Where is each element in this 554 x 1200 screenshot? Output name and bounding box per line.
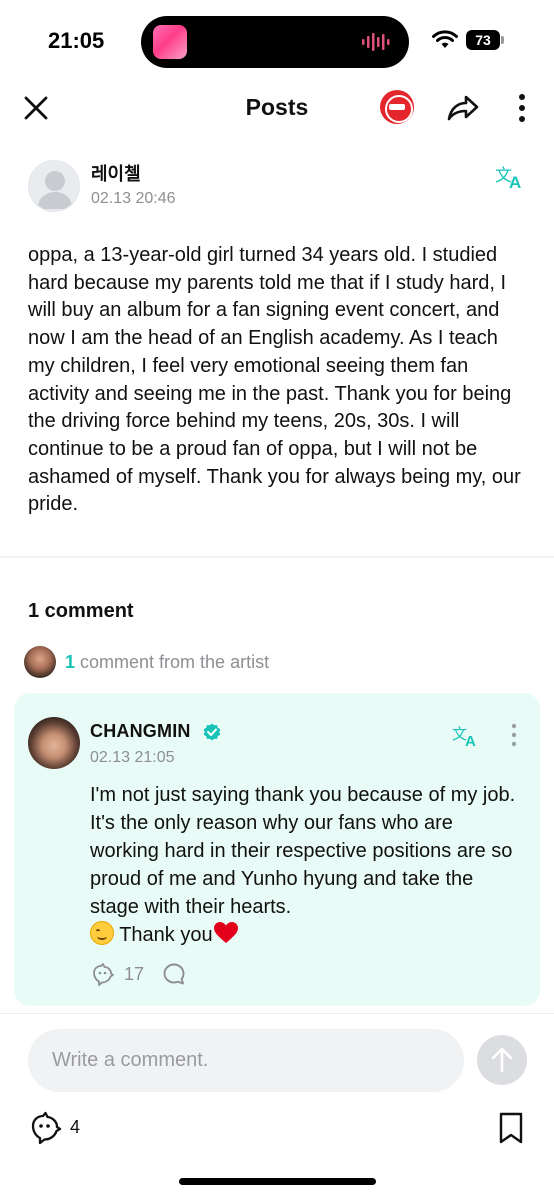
artist-comment-body: I'm not just saying thank you because of… (90, 781, 520, 949)
artist-avatar-small (24, 646, 56, 678)
artist-comment-text: I'm not just saying thank you because of… (90, 784, 516, 918)
svg-text:A: A (465, 733, 476, 749)
post-timestamp: 02.13 20:46 (91, 190, 176, 207)
share-icon[interactable] (446, 92, 480, 124)
post-body: oppa, a 13-year-old girl turned 34 years… (28, 244, 521, 516)
translate-icon[interactable]: 文 A (494, 162, 528, 192)
post-like-icon[interactable] (28, 1110, 64, 1144)
artist-avatar[interactable] (28, 717, 80, 769)
more-vertical-icon[interactable] (508, 92, 536, 124)
svg-text:A: A (509, 173, 521, 192)
community-logo[interactable] (380, 90, 414, 124)
battery-level: 73 (475, 32, 491, 48)
composer-divider (0, 1013, 554, 1014)
home-indicator[interactable] (179, 1178, 376, 1185)
reply-bubble-icon[interactable] (162, 962, 186, 986)
status-time: 21:05 (48, 28, 105, 53)
bookmark-icon[interactable] (497, 1111, 525, 1145)
battery-icon: 73 (466, 30, 504, 50)
comment-like-icon[interactable] (90, 961, 116, 987)
artist-comment-count: 1 (65, 652, 76, 672)
send-button[interactable] (477, 1035, 527, 1085)
audio-waveform-icon (362, 33, 390, 51)
comments-count-heading: 1 comment (28, 600, 134, 622)
artist-comments-label: 1 comment from the artist (65, 652, 269, 673)
comment-like-count: 17 (124, 964, 145, 984)
status-bar: 21:05 73 (0, 0, 554, 80)
artist-name[interactable]: CHANGMIN (90, 721, 191, 742)
smiling-face-emoji (90, 921, 114, 945)
section-divider (0, 556, 554, 558)
comment-input[interactable] (28, 1029, 464, 1092)
default-avatar-icon (37, 171, 73, 209)
comment-translate-icon[interactable]: 文 A (452, 723, 482, 749)
artist-comment-label-text: comment from the artist (75, 652, 270, 672)
post-like-count: 4 (70, 1117, 81, 1137)
comment-more-icon[interactable] (506, 721, 522, 749)
author-name[interactable]: 레이첼 (91, 160, 141, 186)
top-nav-bar: Posts (0, 80, 554, 136)
dynamic-island[interactable] (141, 16, 409, 68)
red-heart-emoji (213, 922, 238, 943)
comment-timestamp: 02.13 21:05 (90, 749, 175, 766)
now-playing-thumbnail (153, 25, 187, 59)
wifi-icon (432, 30, 458, 48)
artist-comment-closing: Thank you (119, 924, 213, 946)
arrow-up-icon (491, 1047, 513, 1073)
artist-comment-card: CHANGMIN 02.13 21:05 文 A I'm not just sa… (14, 693, 540, 1006)
verified-badge-icon (203, 723, 221, 741)
author-avatar[interactable] (28, 160, 80, 212)
